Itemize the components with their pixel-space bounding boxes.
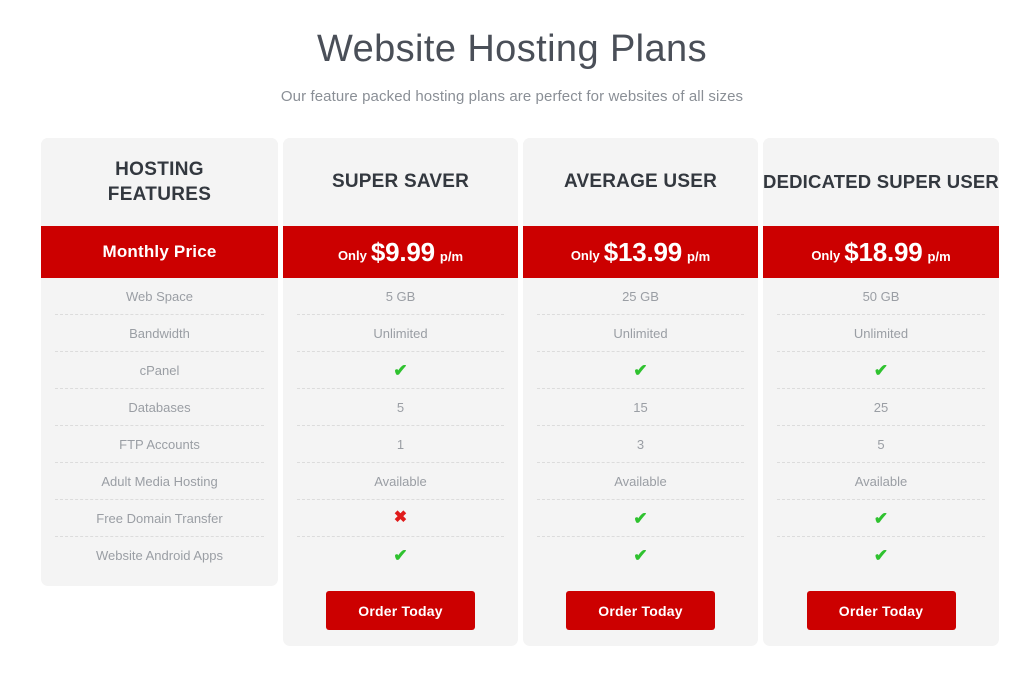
check-icon: ✔ — [393, 360, 408, 380]
plan-header: SUPER SAVER — [283, 138, 518, 226]
price-prefix: Only — [570, 247, 600, 263]
check-icon: ✔ — [633, 546, 648, 565]
plan-value-cell: Unlimited — [297, 315, 504, 352]
plan-cta-wrap: Order Today — [763, 574, 999, 630]
plan-value-cell: 15 — [537, 389, 744, 426]
check-icon: ✔ — [633, 360, 648, 380]
plan-card-average-user[interactable]: AVERAGE USER Only $13.99 p/m 25 GB Unlim… — [523, 138, 758, 646]
check-icon: ✔ — [873, 546, 889, 565]
price-prefix: Only — [337, 247, 367, 263]
plan-value-rows: 25 GB Unlimited ✔ 15 3 Available ✔ ✔ — [523, 278, 758, 574]
feature-row: FTP Accounts — [55, 426, 264, 463]
plan-value-cell: 25 — [777, 389, 985, 426]
plan-value-cell: ✖ — [297, 500, 504, 537]
plan-value-cell: Unlimited — [777, 315, 985, 352]
plan-cta-wrap: Order Today — [523, 574, 758, 630]
plan-value-cell: ✔ — [777, 352, 985, 389]
plan-name: DEDICATED SUPER USER — [763, 171, 999, 192]
plan-value-cell: ✔ — [777, 537, 985, 574]
plan-cta-wrap: Order Today — [283, 574, 518, 630]
plan-value-cell: 50 GB — [777, 278, 985, 315]
check-icon: ✔ — [633, 508, 648, 528]
feature-rows: Web Space Bandwidth cPanel Databases FTP… — [41, 278, 278, 574]
price-amount: $9.99 — [370, 236, 435, 267]
feature-row: Bandwidth — [55, 315, 264, 352]
plan-value-rows: 5 GB Unlimited ✔ 5 1 Available ✖ ✔ — [283, 278, 518, 574]
plan-value-cell: Available — [297, 463, 504, 500]
features-column-title: HOSTING FEATURES — [108, 157, 211, 207]
price-period: p/m — [927, 248, 951, 264]
check-icon: ✔ — [393, 546, 408, 565]
feature-row: Databases — [55, 389, 264, 426]
cross-icon: ✖ — [393, 509, 408, 526]
price-amount: $13.99 — [603, 236, 683, 267]
features-title-line1: HOSTING — [115, 158, 204, 180]
features-column-header: HOSTING FEATURES — [41, 138, 278, 226]
order-today-button[interactable]: Order Today — [806, 591, 956, 630]
plan-value-cell: Unlimited — [537, 315, 744, 352]
price-prefix: Only — [811, 247, 841, 263]
plan-value-cell: 3 — [537, 426, 744, 463]
plan-value-cell: ✔ — [777, 500, 985, 537]
features-column: HOSTING FEATURES Monthly Price Web Space… — [41, 138, 278, 586]
monthly-price-label: Monthly Price — [102, 242, 217, 261]
price-period: p/m — [439, 248, 464, 264]
plan-value-cell: ✔ — [537, 537, 744, 574]
feature-row: Adult Media Hosting — [55, 463, 264, 500]
plan-value-cell: Available — [537, 463, 744, 500]
price-period: p/m — [687, 248, 711, 264]
plan-card-super-saver[interactable]: SUPER SAVER Only $9.99 p/m 5 GB Unlimite… — [283, 138, 518, 646]
plan-header: AVERAGE USER — [523, 138, 758, 226]
plan-value-cell: 1 — [297, 426, 504, 463]
monthly-price-band: Monthly Price — [41, 226, 278, 278]
plan-price-band: Only $9.99 p/m — [283, 226, 518, 278]
feature-row: cPanel — [55, 352, 264, 389]
plan-value-cell: 5 GB — [297, 278, 504, 315]
plan-value-cell: 25 GB — [537, 278, 744, 315]
plan-value-cell: 5 — [777, 426, 985, 463]
plan-price-band: Only $18.99 p/m — [763, 226, 999, 278]
price-amount: $18.99 — [844, 236, 923, 267]
features-title-line2: FEATURES — [107, 184, 212, 205]
plan-name: AVERAGE USER — [563, 171, 718, 192]
plan-value-cell: ✔ — [537, 352, 744, 389]
plan-price-band: Only $13.99 p/m — [523, 226, 758, 278]
check-icon: ✔ — [873, 360, 889, 380]
page-subtitle: Our feature packed hosting plans are per… — [280, 87, 744, 105]
feature-row: Free Domain Transfer — [55, 500, 264, 537]
plan-value-cell: Available — [777, 463, 985, 500]
pricing-page: Website Hosting Plans Our feature packed… — [0, 0, 1024, 677]
feature-row: Web Space — [55, 278, 264, 315]
plan-name: SUPER SAVER — [332, 171, 469, 192]
pricing-table: HOSTING FEATURES Monthly Price Web Space… — [41, 138, 999, 646]
plan-value-cell: ✔ — [537, 500, 744, 537]
plan-header: DEDICATED SUPER USER — [763, 138, 999, 226]
order-today-button[interactable]: Order Today — [326, 591, 475, 630]
plan-value-cell: 5 — [297, 389, 504, 426]
page-title: Website Hosting Plans — [317, 28, 707, 70]
plan-value-cell: ✔ — [297, 537, 504, 574]
plan-value-rows: 50 GB Unlimited ✔ 25 5 Available ✔ ✔ — [763, 278, 999, 574]
plan-card-dedicated-super-user[interactable]: DEDICATED SUPER USER Only $18.99 p/m 50 … — [763, 138, 999, 646]
check-icon: ✔ — [873, 508, 889, 528]
order-today-button[interactable]: Order Today — [566, 591, 715, 630]
plan-value-cell: ✔ — [297, 352, 504, 389]
feature-row: Website Android Apps — [96, 548, 223, 563]
page-header: Website Hosting Plans Our feature packed… — [0, 0, 1024, 105]
